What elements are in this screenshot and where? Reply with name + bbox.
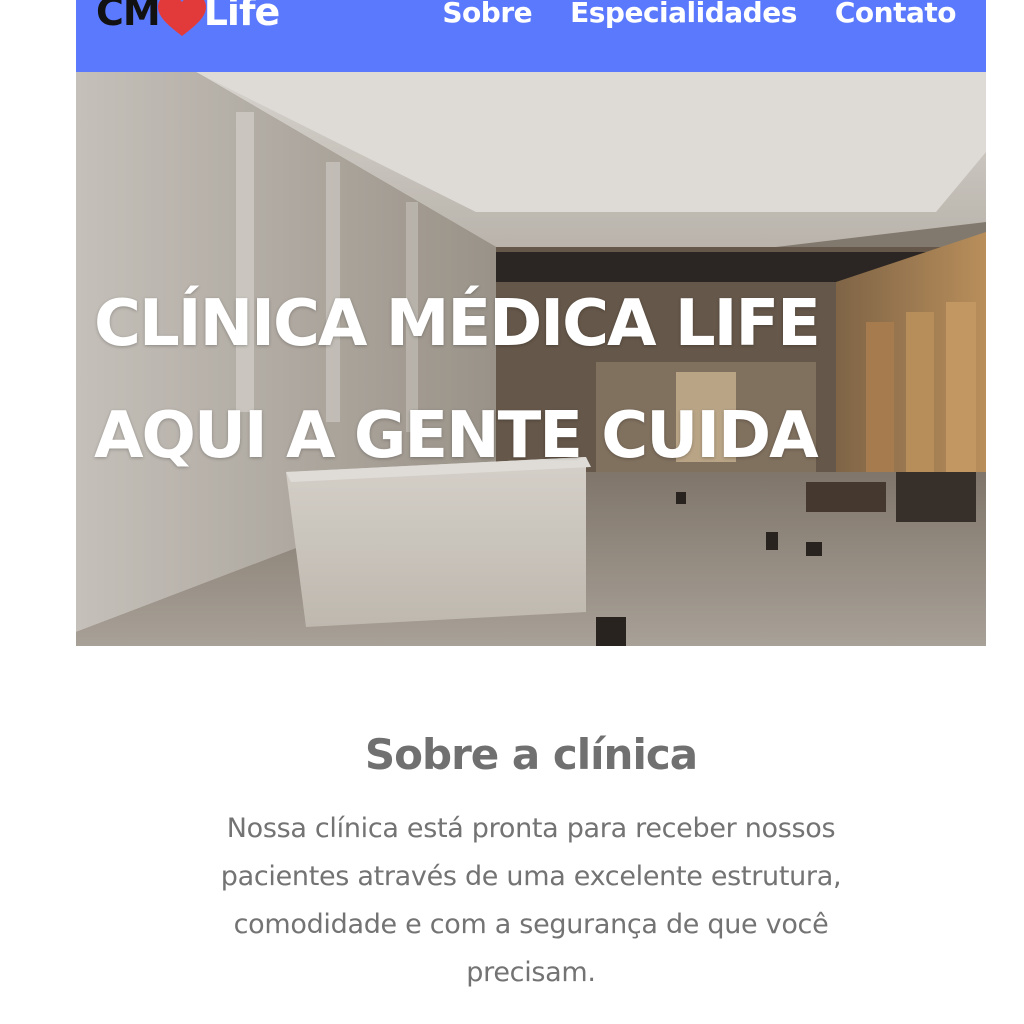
about-description: Nossa clínica está pronta para receber n… [220,813,842,988]
hero-title-line1: CLÍNICA MÉDICA LIFE [94,287,821,361]
logo-cm-text: CM [96,0,161,34]
nav-link-especialidades[interactable]: Especialidades [570,0,797,29]
about-section: Sobre a clínica Nossa clínica está pront… [76,646,986,997]
hero-title-line2: AQUI A GENTE CUIDA [94,399,819,473]
logo[interactable]: CM Life [96,0,281,42]
page: CM Life Sobre Especialidades Contato CLÍ… [0,0,1024,1024]
logo-life-text: Life [203,0,281,34]
navbar: CM Life Sobre Especialidades Contato [76,0,986,72]
about-title: Sobre a clínica [364,730,698,779]
nav-link-contato[interactable]: Contato [835,0,957,29]
hero-banner: CLÍNICA MÉDICA LIFE AQUI A GENTE CUIDA [76,72,986,646]
heart-icon [157,0,206,36]
hero-title: CLÍNICA MÉDICA LIFE AQUI A GENTE CUIDA [94,268,821,492]
nav-links: Sobre Especialidades Contato [442,0,956,29]
nav-link-sobre[interactable]: Sobre [442,0,532,29]
